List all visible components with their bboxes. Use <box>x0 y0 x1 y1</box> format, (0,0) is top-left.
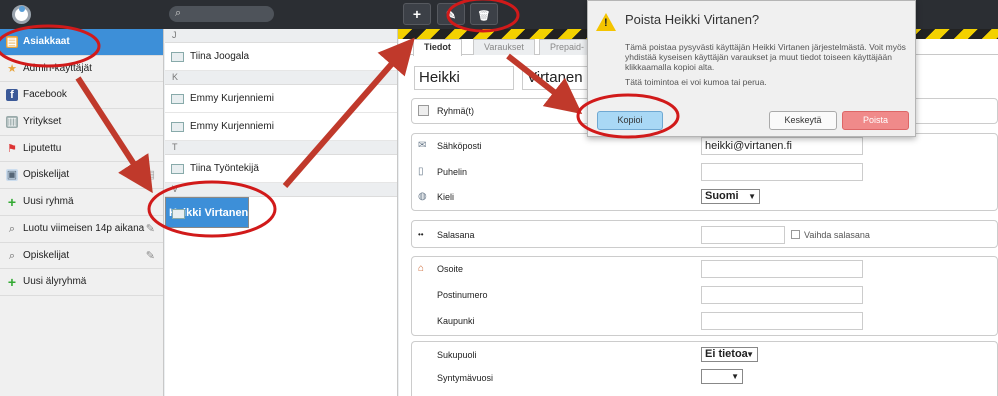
highlight-ring-copy <box>576 93 680 139</box>
arrow-to-copy <box>506 53 583 115</box>
highlight-ring-contact <box>147 180 277 238</box>
arrow-to-list <box>75 76 153 194</box>
highlight-ring-delete <box>446 0 520 33</box>
arrow-to-toolbar <box>282 37 415 188</box>
highlight-ring-asiakkaat <box>0 24 101 68</box>
annotation-arrows <box>0 0 680 238</box>
